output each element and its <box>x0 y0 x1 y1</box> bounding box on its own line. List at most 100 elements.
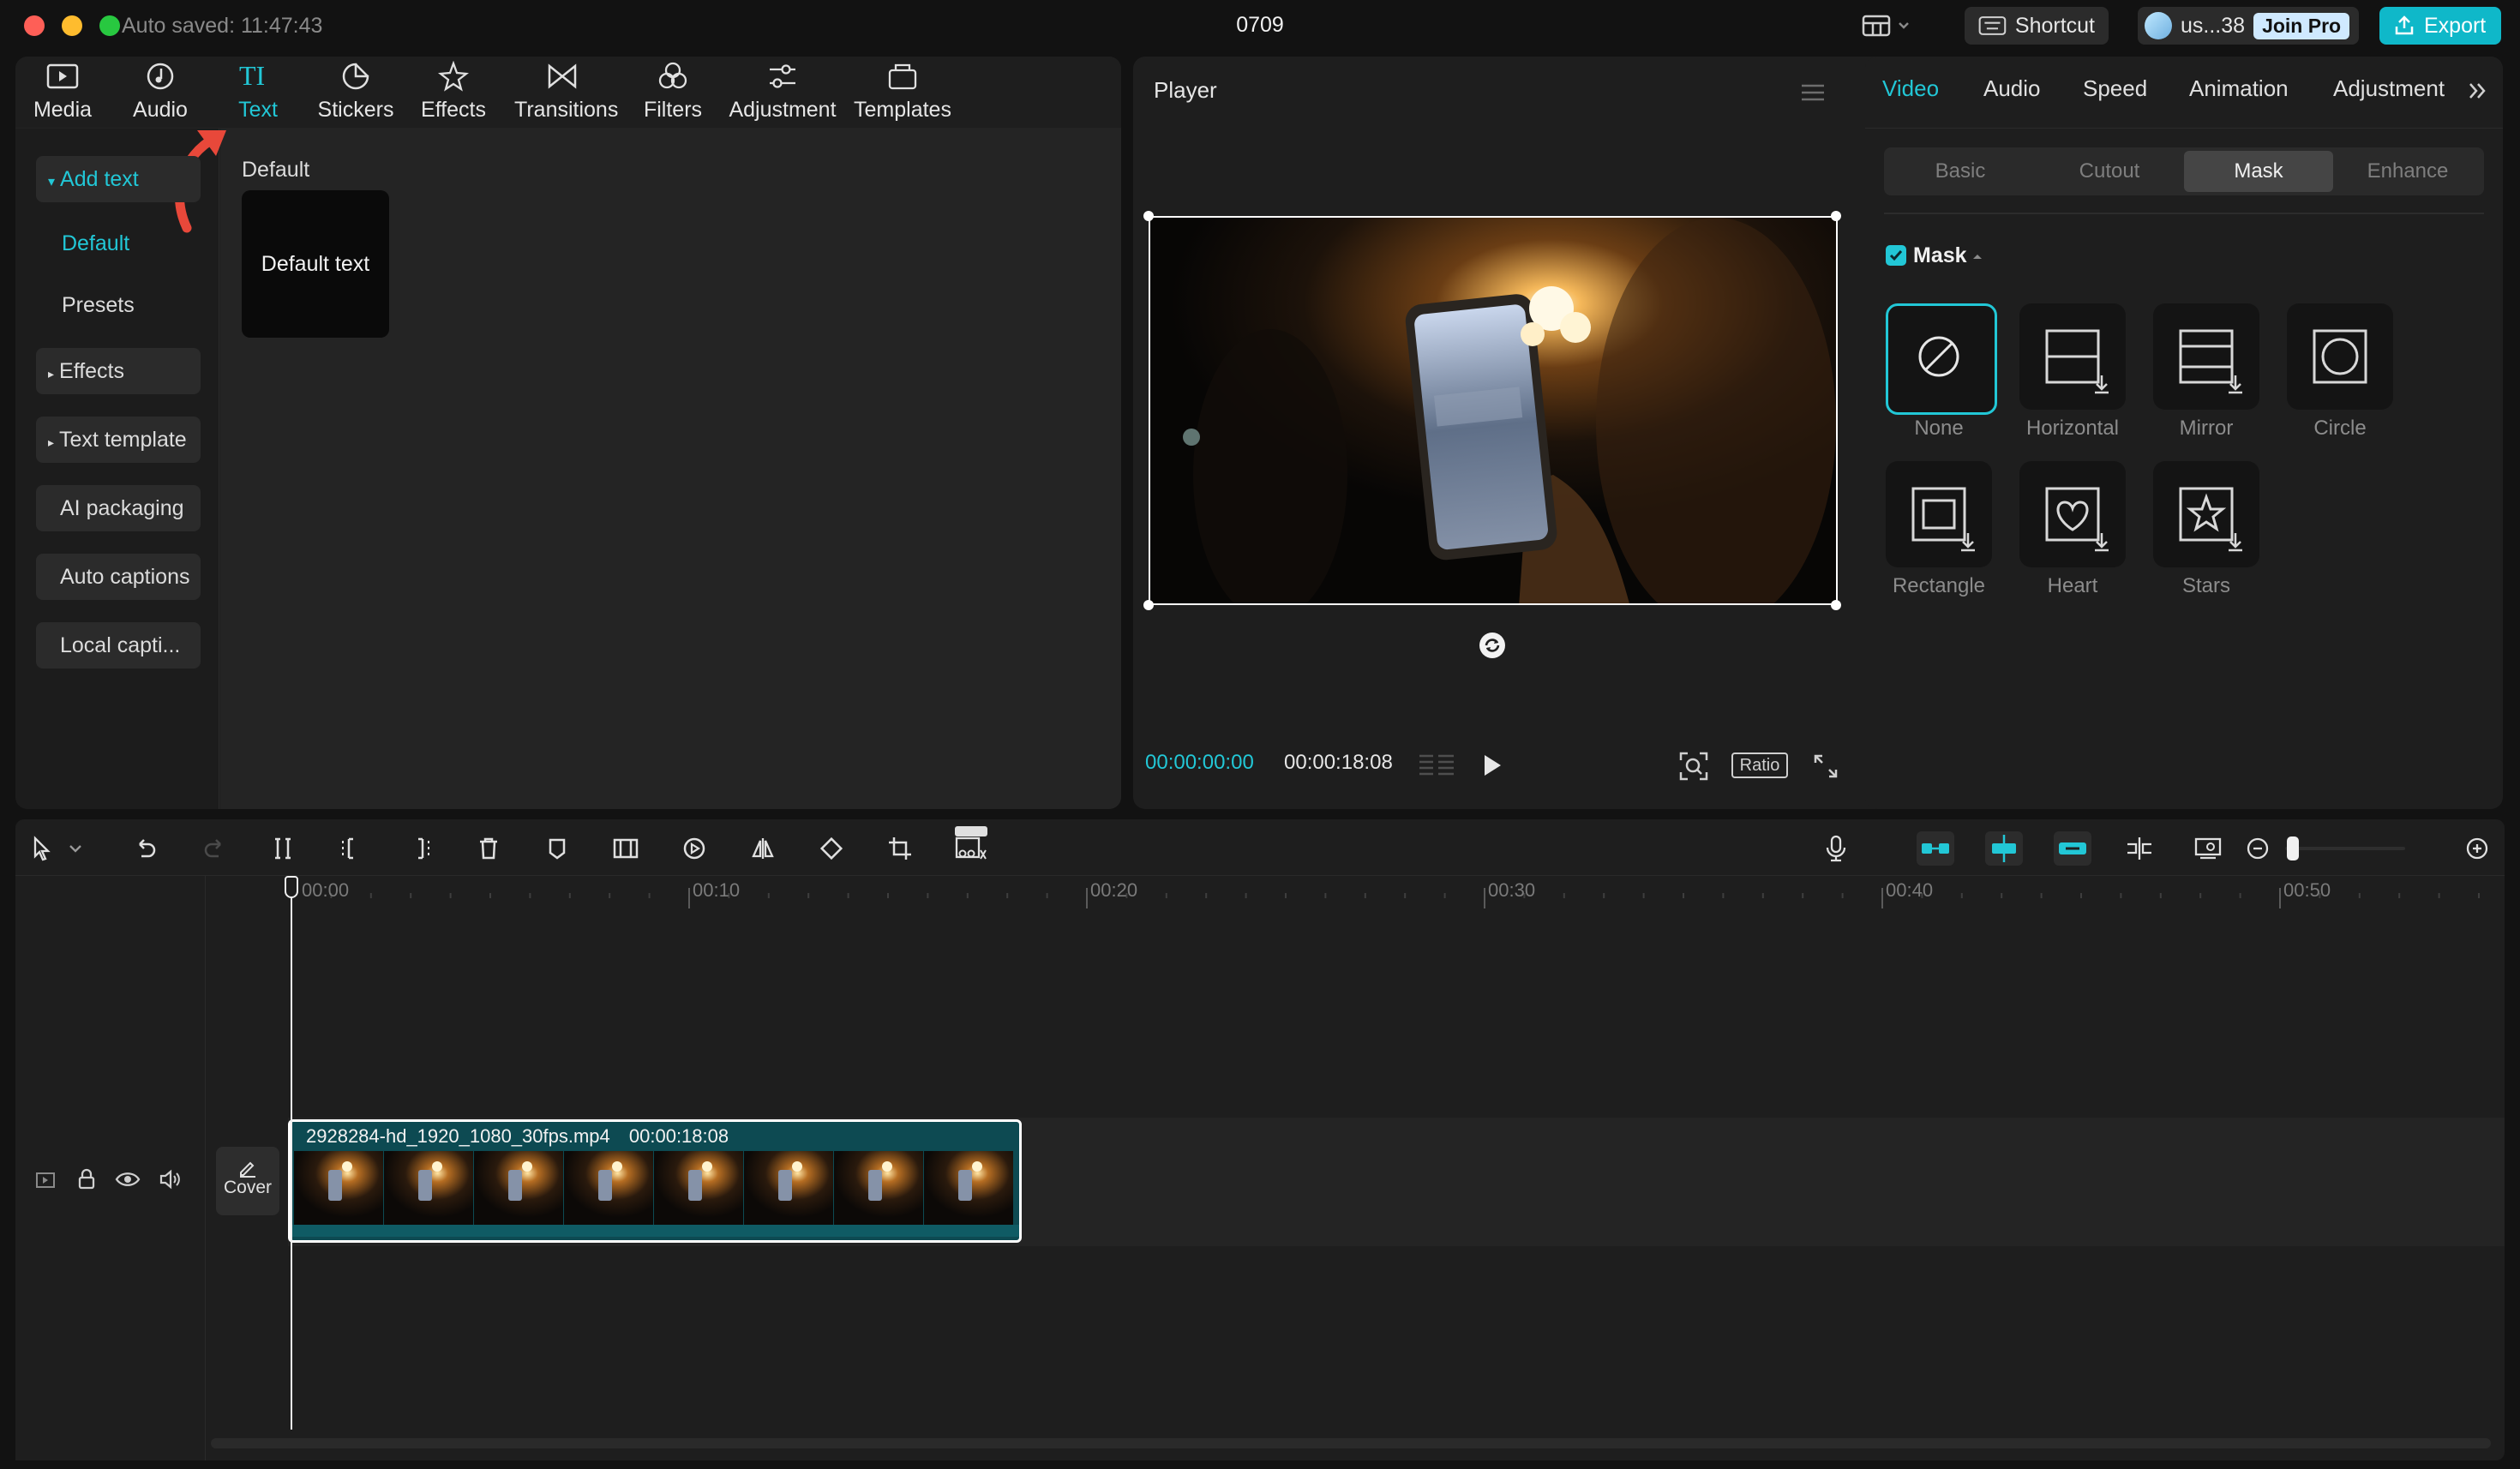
freeze-frame-button[interactable] <box>609 831 643 866</box>
link-toggle[interactable] <box>2054 831 2091 866</box>
crop-button[interactable] <box>883 831 917 866</box>
redo-button[interactable] <box>197 831 231 866</box>
undo-icon <box>139 839 156 858</box>
inspector-tab-speed[interactable]: Speed <box>2083 75 2147 102</box>
zoom-slider-handle[interactable] <box>2287 836 2299 860</box>
subtab-enhance[interactable]: Enhance <box>2333 151 2482 192</box>
visibility-eye-icon[interactable] <box>115 1169 141 1190</box>
split-button[interactable] <box>266 831 300 866</box>
zoom-in-button[interactable] <box>2460 831 2494 866</box>
caret-up-icon[interactable] <box>1971 252 1983 261</box>
mask-horizontal[interactable] <box>2019 303 2126 410</box>
resize-handle-top-left[interactable] <box>1143 211 1154 221</box>
timeline-list-icon[interactable] <box>1418 752 1455 778</box>
tab-adjustment[interactable]: Adjustment <box>729 60 837 123</box>
marker-icon <box>549 838 566 860</box>
playhead-handle[interactable] <box>285 876 298 898</box>
rotate-icon[interactable] <box>1478 631 1507 660</box>
sidebar-item-auto-captions[interactable]: Auto captions <box>36 554 201 600</box>
marker-button[interactable] <box>540 831 574 866</box>
reverse-button[interactable] <box>677 831 711 866</box>
mask-checkbox[interactable] <box>1886 245 1906 266</box>
playhead[interactable] <box>291 879 292 1430</box>
inspector-tab-adjustment[interactable]: Adjustment <box>2333 75 2445 102</box>
tab-filters[interactable]: Filters <box>626 60 720 123</box>
inspector-tab-audio[interactable]: Audio <box>1983 75 2041 102</box>
delete-button[interactable] <box>471 831 506 866</box>
subtab-mask[interactable]: Mask <box>2184 151 2333 192</box>
main-track-magnet-toggle[interactable] <box>1917 831 1954 866</box>
layout-switcher[interactable] <box>1862 12 1917 39</box>
split-right-button[interactable] <box>403 831 437 866</box>
undo-button[interactable] <box>129 831 163 866</box>
ruler-label-4: 00:40 <box>1886 879 1934 901</box>
title-bar: Auto saved: 11:47:43 0709 Shortcut us...… <box>0 0 2520 51</box>
ratio-button[interactable]: Ratio <box>1731 752 1788 778</box>
auto-snap-toggle[interactable] <box>1985 831 2023 866</box>
timeline-scrollbar[interactable] <box>211 1438 2491 1448</box>
tab-transitions[interactable]: Transitions <box>514 60 618 123</box>
player-menu-icon[interactable] <box>1800 82 1826 103</box>
rectangle-mask-icon <box>1911 487 1975 552</box>
thumbnail-view-button[interactable] <box>2191 831 2225 866</box>
clip-thumbnail <box>564 1151 653 1225</box>
subtab-cutout[interactable]: Cutout <box>2035 151 2184 192</box>
resize-handle-bottom-right[interactable] <box>1831 600 1841 610</box>
cover-button[interactable]: Cover <box>216 1147 279 1215</box>
sidebar-item-ai-packaging[interactable]: AI packaging <box>36 485 201 531</box>
resize-handle-bottom-left[interactable] <box>1143 600 1154 610</box>
mask-none[interactable] <box>1886 303 1997 415</box>
select-tool[interactable] <box>26 831 60 866</box>
fit-screen-icon[interactable] <box>1678 751 1709 782</box>
default-text-card[interactable]: Default text <box>242 190 389 338</box>
rotate-button[interactable] <box>814 831 849 866</box>
inspector-tab-video[interactable]: Video <box>1882 75 1939 102</box>
sidebar-item-effects[interactable]: ▸ Effects <box>36 348 201 394</box>
ai-cut-pro-button[interactable] <box>951 824 991 867</box>
zoom-slider-track[interactable] <box>2285 847 2405 850</box>
record-audio-button[interactable] <box>1819 831 1853 866</box>
timeline-ruler[interactable] <box>206 876 2505 914</box>
fullscreen-icon[interactable] <box>1812 752 1839 780</box>
video-clip[interactable]: 2928284-hd_1920_1080_30fps.mp4 00:00:18:… <box>288 1119 1022 1243</box>
subtab-basic[interactable]: Basic <box>1886 151 2035 192</box>
mask-heart[interactable] <box>2019 461 2126 567</box>
join-pro-badge[interactable]: Join Pro <box>2253 12 2350 39</box>
play-button[interactable] <box>1481 752 1503 778</box>
mask-stars[interactable] <box>2153 461 2259 567</box>
mask-circle[interactable] <box>2287 303 2393 410</box>
track-video-icon[interactable] <box>34 1169 57 1191</box>
preview-axis-button[interactable] <box>2122 831 2157 866</box>
sidebar-item-text-template[interactable]: ▸ Text template <box>36 417 201 463</box>
mask-rectangle[interactable] <box>1886 461 1992 567</box>
zoom-out-button[interactable] <box>2241 831 2275 866</box>
text-icon: TI <box>239 63 265 90</box>
user-account-button[interactable]: us...38 Join Pro <box>2138 7 2359 45</box>
tab-text[interactable]: TI Text <box>211 60 305 123</box>
audio-volume-icon[interactable] <box>158 1167 182 1191</box>
mirror-button[interactable] <box>746 831 780 866</box>
tab-audio[interactable]: Audio <box>113 60 207 123</box>
lock-icon[interactable] <box>75 1167 98 1191</box>
sidebar-add-text[interactable]: ▾ Add text <box>36 156 201 202</box>
inspector-tab-animation[interactable]: Animation <box>2189 75 2289 102</box>
tab-templates[interactable]: Templates <box>850 60 955 123</box>
export-button[interactable]: Export <box>2379 7 2501 45</box>
sidebar-item-presets[interactable]: Presets <box>62 293 135 318</box>
split-left-button[interactable] <box>334 831 369 866</box>
tab-effects[interactable]: Effects <box>406 60 501 123</box>
clip-filmstrip <box>294 1151 1013 1225</box>
ruler-label-0: 00:00 <box>302 879 350 901</box>
resize-handle-top-right[interactable] <box>1831 211 1841 221</box>
rotate-clip-icon <box>819 836 843 860</box>
select-tool-dropdown[interactable] <box>65 831 86 866</box>
tab-media[interactable]: Media <box>15 60 110 123</box>
layout-icon <box>1862 15 1891 37</box>
tab-stickers[interactable]: Stickers <box>309 60 403 123</box>
shortcut-button[interactable]: Shortcut <box>1965 7 2109 45</box>
more-tabs-icon[interactable] <box>2467 81 2487 101</box>
mask-mirror[interactable] <box>2153 303 2259 410</box>
sidebar-item-local-captions[interactable]: Local capti... <box>36 622 201 669</box>
sidebar-item-default[interactable]: Default <box>62 231 129 256</box>
video-preview[interactable] <box>1149 216 1838 605</box>
